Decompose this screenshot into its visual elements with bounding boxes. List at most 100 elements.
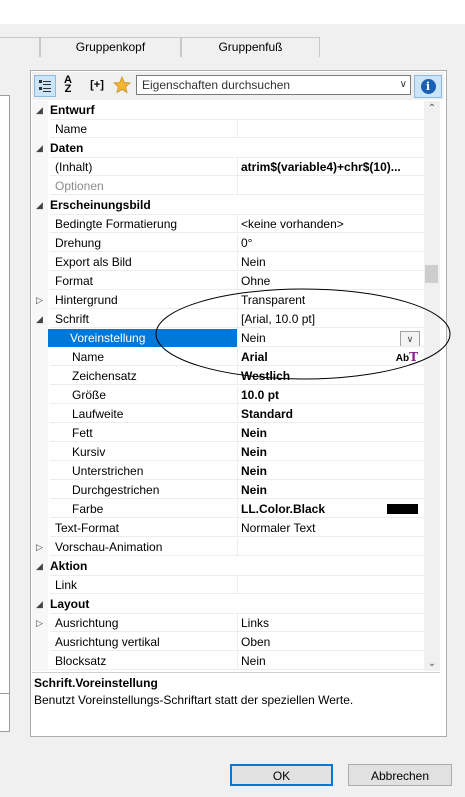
property-row[interactable]: Kursiv Nein — [32, 443, 424, 462]
property-row[interactable]: Voreinstellung Nein ∨ — [32, 329, 424, 348]
expand-icon[interactable]: ▷ — [36, 291, 48, 310]
collapse-icon[interactable]: ◢ — [36, 139, 48, 158]
property-row[interactable]: ▷ Vorschau-Animation — [32, 538, 424, 557]
tab-gruppenkopf[interactable]: Gruppenkopf — [40, 37, 181, 57]
property-value[interactable]: Nein — [237, 424, 424, 442]
description-pane: Schrift.Voreinstellung Benutzt Voreinste… — [32, 672, 440, 733]
favorites-button[interactable] — [112, 75, 132, 95]
property-value[interactable]: [Arial, 10.0 pt] — [237, 310, 424, 328]
property-value[interactable]: 0° — [237, 234, 424, 252]
property-value[interactable]: Nein ∨ — [237, 329, 424, 347]
description-title: Schrift.Voreinstellung — [34, 676, 158, 690]
category-row[interactable]: ◢ Entwurf — [32, 101, 424, 120]
property-value[interactable]: Nein — [237, 253, 424, 271]
property-row[interactable]: Name Arial AbT — [32, 348, 424, 367]
row-gutter — [32, 120, 48, 139]
property-value-text: [Arial, 10.0 pt] — [241, 312, 316, 326]
property-value[interactable]: atrim$(variable4)+chr$(10)... — [237, 158, 424, 176]
color-swatch[interactable] — [387, 504, 418, 514]
property-name: Optionen — [50, 177, 237, 195]
row-gutter — [32, 481, 48, 500]
property-value[interactable]: Nein — [237, 462, 424, 480]
property-row[interactable]: ◢ Schrift [Arial, 10.0 pt] — [32, 310, 424, 329]
tab-gruppenfuss[interactable]: Gruppenfuß — [181, 37, 320, 57]
property-row[interactable]: Größe 10.0 pt — [32, 386, 424, 405]
property-row[interactable]: Drehung 0° — [32, 234, 424, 253]
row-gutter — [32, 367, 48, 386]
property-value[interactable]: Ohne — [237, 272, 424, 290]
property-row[interactable]: Text-Format Normaler Text — [32, 519, 424, 538]
property-value[interactable] — [237, 177, 424, 195]
property-row[interactable]: Zeichensatz Westlich — [32, 367, 424, 386]
property-search-input[interactable]: Eigenschaften durchsuchen ∨ — [136, 75, 411, 95]
collapse-icon[interactable]: ◢ — [36, 196, 48, 215]
property-row[interactable]: Blocksatz Nein — [32, 652, 424, 671]
property-value[interactable]: Westlich — [237, 367, 424, 385]
property-name: Fett — [50, 424, 237, 442]
property-value[interactable]: Nein — [237, 443, 424, 461]
scroll-thumb[interactable] — [425, 265, 438, 283]
property-value[interactable] — [237, 538, 424, 556]
expand-icon[interactable]: ▷ — [36, 538, 48, 557]
categorized-view-button[interactable] — [34, 75, 56, 97]
property-row[interactable]: (Inhalt) atrim$(variable4)+chr$(10)... — [32, 158, 424, 177]
property-row[interactable]: ▷ Hintergrund Transparent — [32, 291, 424, 310]
property-value[interactable]: <keine vorhanden> — [237, 215, 424, 233]
category-row[interactable]: ◢ Aktion — [32, 557, 424, 576]
property-name: (Inhalt) — [50, 158, 237, 176]
property-value[interactable]: Nein — [237, 481, 424, 499]
property-row[interactable]: Durchgestrichen Nein — [32, 481, 424, 500]
property-value-text: <keine vorhanden> — [241, 217, 344, 231]
property-row[interactable]: Name — [32, 120, 424, 139]
category-row[interactable]: ◢ Erscheinungsbild — [32, 196, 424, 215]
property-name: Unterstrichen — [50, 462, 237, 480]
collapse-icon[interactable]: ◢ — [36, 310, 48, 329]
category-label: Entwurf — [50, 101, 424, 120]
property-value[interactable]: Arial AbT — [237, 348, 424, 366]
categorized-view-icon — [39, 80, 51, 92]
scroll-down-icon[interactable]: ⌄ — [424, 658, 440, 669]
property-value[interactable]: Nein — [237, 652, 424, 670]
property-row[interactable]: Unterstrichen Nein — [32, 462, 424, 481]
property-row[interactable]: Export als Bild Nein — [32, 253, 424, 272]
cancel-button[interactable]: Abbrechen — [348, 764, 452, 786]
font-picker-icon[interactable]: AbT — [396, 348, 418, 365]
property-row[interactable]: Farbe LL.Color.Black — [32, 500, 424, 519]
info-button[interactable]: i — [414, 75, 442, 98]
property-value[interactable]: Normaler Text — [237, 519, 424, 537]
expand-all-button[interactable]: [+] — [84, 75, 110, 95]
scroll-up-icon[interactable]: ⌃ — [424, 103, 440, 114]
collapse-icon[interactable]: ◢ — [36, 557, 48, 576]
property-value[interactable]: Links — [237, 614, 424, 632]
property-value[interactable]: Transparent — [237, 291, 424, 309]
property-value[interactable]: Oben — [237, 633, 424, 651]
property-name: Link — [50, 576, 237, 594]
collapse-icon[interactable]: ◢ — [36, 101, 48, 120]
property-row[interactable]: Optionen — [32, 177, 424, 196]
property-row[interactable]: Link — [32, 576, 424, 595]
category-row[interactable]: ◢ Daten — [32, 139, 424, 158]
collapse-icon[interactable]: ◢ — [36, 595, 48, 614]
property-row[interactable]: Fett Nein — [32, 424, 424, 443]
property-value[interactable]: LL.Color.Black — [237, 500, 424, 518]
row-gutter — [32, 652, 48, 671]
category-row[interactable]: ◢ Layout — [32, 595, 424, 614]
property-row[interactable]: Format Ohne — [32, 272, 424, 291]
property-value[interactable] — [237, 120, 424, 138]
vertical-scrollbar[interactable]: ⌃ ⌄ — [424, 101, 440, 671]
property-value[interactable]: 10.0 pt — [237, 386, 424, 404]
property-value[interactable] — [237, 576, 424, 594]
expand-icon[interactable]: ▷ — [36, 614, 48, 633]
property-row[interactable]: ▷ Ausrichtung Links — [32, 614, 424, 633]
ok-button[interactable]: OK — [230, 764, 333, 786]
value-dropdown-button[interactable]: ∨ — [400, 331, 420, 346]
property-value[interactable]: Standard — [237, 405, 424, 423]
chevron-down-icon[interactable]: ∨ — [400, 76, 407, 94]
sort-az-button[interactable]: A Z — [58, 75, 78, 95]
tab-previous[interactable] — [0, 37, 40, 57]
category-label: Aktion — [50, 557, 424, 576]
property-row[interactable]: Laufweite Standard — [32, 405, 424, 424]
sort-az-icon: A Z — [64, 75, 72, 95]
property-row[interactable]: Bedingte Formatierung <keine vorhanden> — [32, 215, 424, 234]
property-row[interactable]: Ausrichtung vertikal Oben — [32, 633, 424, 652]
